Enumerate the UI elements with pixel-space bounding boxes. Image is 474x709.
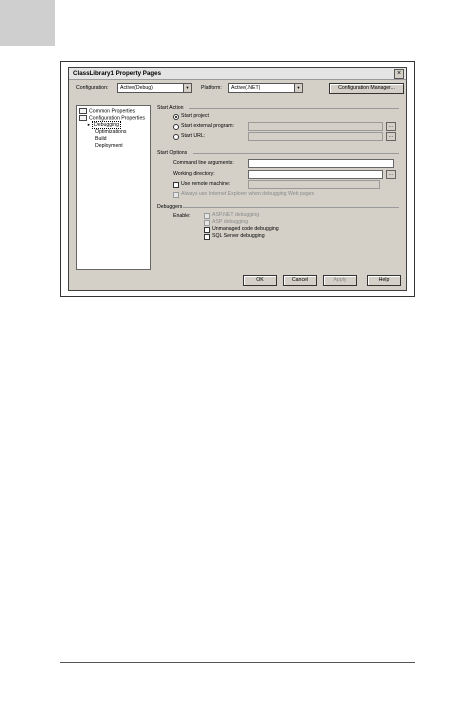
unmanaged-debugging-label: Unmanaged code debugging xyxy=(212,226,279,232)
start-url-label: Start URL: xyxy=(181,133,206,139)
aspnet-debugging-checkbox[interactable] xyxy=(204,213,210,219)
start-project-radio[interactable] xyxy=(173,114,179,120)
group-divider xyxy=(193,153,399,154)
configuration-select[interactable]: Active(Debug) ▼ xyxy=(117,83,192,93)
browse-external-button[interactable]: ... xyxy=(386,122,396,131)
use-remote-machine-checkbox[interactable] xyxy=(173,182,179,188)
working-directory-field[interactable] xyxy=(248,170,383,179)
debuggers-header: Debuggers xyxy=(157,204,183,210)
platform-value: Active(.NET) xyxy=(231,85,261,91)
tree-item-label: Debugging xyxy=(91,121,122,129)
tree-item-optimizations[interactable]: Optimizations xyxy=(95,129,126,135)
start-url-radio[interactable] xyxy=(173,134,179,140)
close-button[interactable]: × xyxy=(394,69,404,79)
start-options-header: Start Options xyxy=(157,150,188,156)
platform-select[interactable]: Active(.NET) ▼ xyxy=(228,83,303,93)
apply-button[interactable]: Apply xyxy=(323,275,357,286)
current-page-arrow-icon: ► xyxy=(87,122,91,127)
browse-working-directory-button[interactable]: ... xyxy=(386,170,396,179)
aspnet-debugging-label: ASP.NET debugging xyxy=(212,212,260,218)
configuration-value: Active(Debug) xyxy=(120,85,153,91)
cancel-button[interactable]: Cancel xyxy=(283,275,317,286)
sql-debugging-checkbox[interactable] xyxy=(204,234,210,240)
chevron-down-icon[interactable]: ▼ xyxy=(183,84,191,92)
unmanaged-debugging-checkbox[interactable] xyxy=(204,227,210,233)
title-bar: ClassLibrary1 Property Pages × xyxy=(69,68,406,80)
folder-icon xyxy=(79,108,87,114)
start-action-header: Start Action xyxy=(157,105,184,111)
property-pages-dialog: ClassLibrary1 Property Pages × Configura… xyxy=(68,67,407,291)
always-use-ie-label: Always use Internet Explorer when debugg… xyxy=(181,191,315,197)
tree-item-build[interactable]: Build xyxy=(95,136,107,142)
start-project-label: Start project xyxy=(181,113,209,119)
tree-item-label: Common Properties xyxy=(89,108,136,115)
tree-item-debugging[interactable]: ► Debugging xyxy=(87,121,122,129)
figure-frame: ClassLibrary1 Property Pages × Configura… xyxy=(60,61,415,297)
tree-item-label: Build xyxy=(95,136,107,142)
ok-button[interactable]: OK xyxy=(243,275,277,286)
tree-item-common-properties[interactable]: Common Properties xyxy=(79,108,135,114)
always-use-ie-checkbox[interactable] xyxy=(173,192,179,198)
folder-open-icon xyxy=(79,115,87,121)
configuration-label: Configuration: xyxy=(76,85,109,91)
chevron-down-icon[interactable]: ▼ xyxy=(294,84,302,92)
tree-item-label: Deployment xyxy=(95,143,123,149)
configuration-manager-button[interactable]: Configuration Manager... xyxy=(329,83,404,94)
dialog-title: ClassLibrary1 Property Pages xyxy=(73,70,162,77)
help-button[interactable]: Help xyxy=(367,275,401,286)
group-divider xyxy=(183,207,399,208)
start-external-label: Start external program: xyxy=(181,123,235,129)
browse-url-button[interactable]: ... xyxy=(386,132,396,141)
property-tree: Common Properties Configuration Properti… xyxy=(76,105,151,270)
start-external-radio[interactable] xyxy=(173,124,179,130)
footer-rule xyxy=(60,662,415,663)
asp-debugging-checkbox[interactable] xyxy=(204,220,210,226)
start-url-field[interactable] xyxy=(248,132,383,141)
enable-label: Enable: xyxy=(173,213,191,219)
tree-item-deployment[interactable]: Deployment xyxy=(95,143,123,149)
group-divider xyxy=(189,108,399,109)
platform-label: Platform: xyxy=(201,85,222,91)
command-line-field[interactable] xyxy=(248,159,394,168)
sql-debugging-label: SQL Server debugging xyxy=(212,233,265,239)
command-line-label: Command line arguments: xyxy=(173,160,234,166)
use-remote-machine-label: Use remote machine: xyxy=(181,181,231,187)
page-corner-tab xyxy=(0,0,55,46)
asp-debugging-label: ASP debugging xyxy=(212,219,248,225)
external-program-field[interactable] xyxy=(248,122,383,131)
working-directory-label: Working directory: xyxy=(173,171,215,177)
tree-item-label: Optimizations xyxy=(95,129,127,135)
remote-machine-field[interactable] xyxy=(248,180,380,189)
